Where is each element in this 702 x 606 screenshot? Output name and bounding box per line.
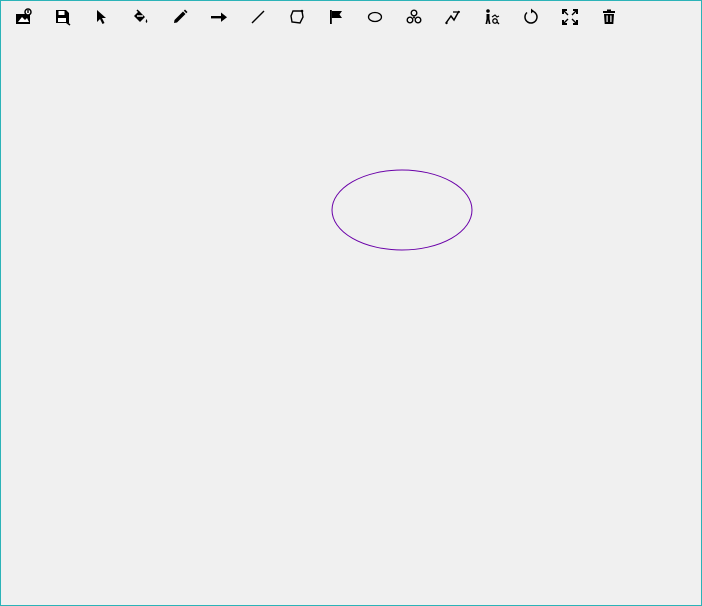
ellipse-icon [367,11,382,23]
pointer-icon [96,10,106,24]
path-tool-button[interactable] [433,3,472,31]
drawing-app-window [0,0,702,606]
drawn-ellipse[interactable] [331,169,473,251]
line-tool-button[interactable] [238,3,277,31]
image-upload-button[interactable] [4,3,43,31]
line-icon [251,10,264,24]
arrow-right-icon [210,12,227,22]
save-icon [55,10,70,26]
undo-icon [523,8,538,24]
trash-icon [602,9,615,24]
fill-tool-button[interactable] [121,3,160,31]
fullscreen-button[interactable] [550,3,589,31]
circles-cluster-icon [406,9,421,24]
image-upload-icon [15,8,32,24]
arrow-tool-button[interactable] [199,3,238,31]
select-tool-button[interactable] [82,3,121,31]
cluster-tool-button[interactable] [394,3,433,31]
save-button[interactable] [43,3,82,31]
paint-bucket-icon [133,9,147,23]
flag-icon [329,10,342,24]
ellipse-tool-button[interactable] [355,3,394,31]
delete-button[interactable] [589,3,628,31]
fullscreen-icon [561,9,578,25]
person-tool-button[interactable] [472,3,511,31]
canvas-svg [331,169,473,251]
pencil-icon [173,9,187,23]
undo-button[interactable] [511,3,550,31]
path-tool-icon [444,10,460,25]
flag-tool-button[interactable] [316,3,355,31]
toolbar [4,3,628,31]
polygon-tool-button[interactable] [277,3,316,31]
pencil-tool-button[interactable] [160,3,199,31]
polygon-icon [289,9,304,24]
person-tool-icon [485,9,499,25]
drawing-canvas[interactable] [2,33,702,606]
